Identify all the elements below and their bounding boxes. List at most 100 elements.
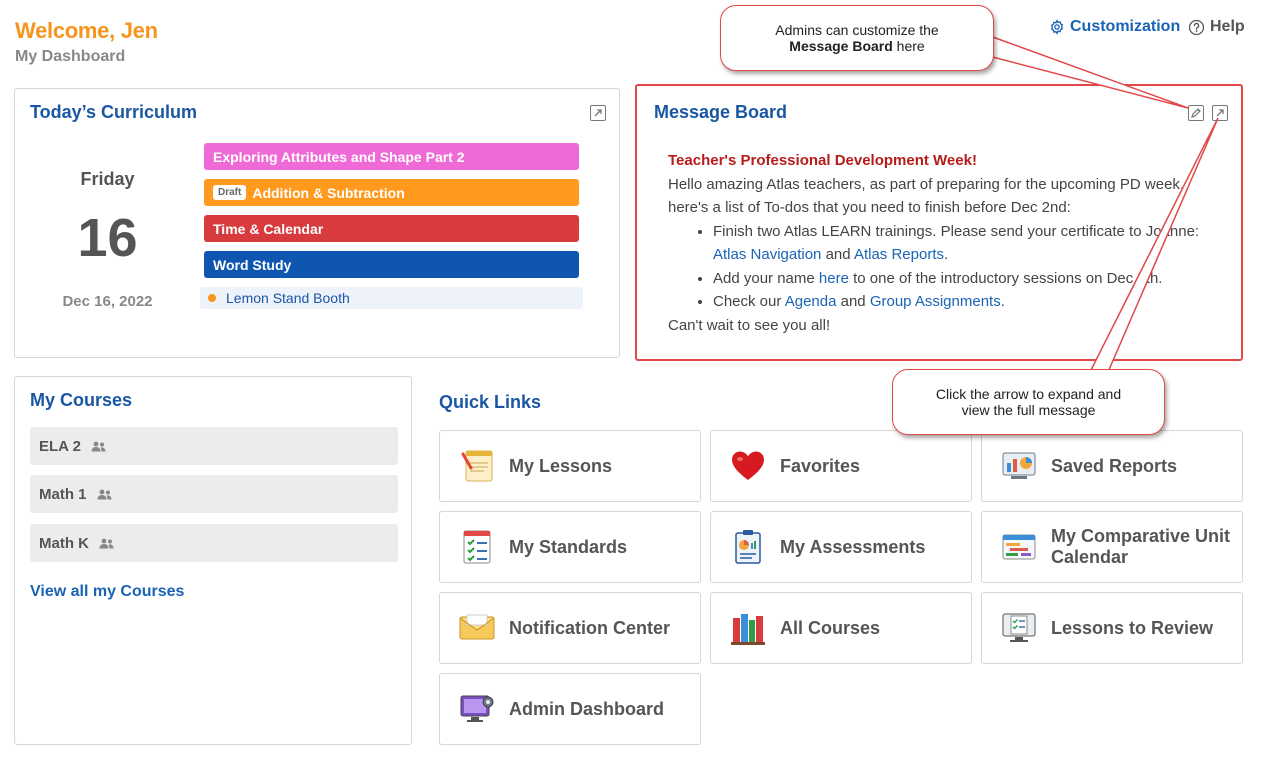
- message-board-expand-icon[interactable]: [1212, 105, 1228, 121]
- message-heading: Teacher's Professional Development Week!: [668, 152, 977, 169]
- callout-text-suffix: here: [896, 38, 925, 54]
- view-all-courses-link[interactable]: View all my Courses: [30, 583, 184, 601]
- quick-link-label: Lessons to Review: [1051, 617, 1214, 638]
- message-todo-list: Finish two Atlas LEARN trainings. Please…: [668, 220, 1228, 314]
- quick-link-favorites[interactable]: Favorites: [710, 430, 972, 502]
- gear-icon: [1050, 19, 1064, 35]
- quick-link-label: My Lessons: [509, 455, 613, 476]
- customization-link[interactable]: Customization: [1049, 18, 1180, 36]
- users-icon: [97, 489, 112, 499]
- course-item[interactable]: Math 1: [30, 475, 398, 513]
- todo-text: Finish two Atlas LEARN trainings. Please…: [713, 222, 1200, 240]
- monitor-checklist-icon: [1000, 610, 1037, 647]
- callout-expand-message: Click the arrow to expand and view the f…: [892, 369, 1165, 435]
- lesson-planning-icon: [458, 448, 495, 485]
- callout-text: Message Board here: [721, 38, 993, 54]
- help-circle-icon: [1188, 19, 1205, 35]
- calendar-bars-icon: [1000, 529, 1037, 566]
- todo-text: and: [825, 246, 851, 263]
- lesson-bar[interactable]: Draft Addition & Subtraction: [204, 179, 579, 206]
- admin-monitor-icon: [458, 691, 495, 728]
- todo-text: and: [840, 293, 866, 310]
- clipboard-chart-icon: [729, 529, 766, 566]
- todo-text: Check our: [713, 293, 782, 310]
- message-closing: Can't wait to see you all!: [668, 316, 831, 334]
- message-intro: Hello amazing Atlas teachers, as part of…: [668, 175, 1185, 217]
- curriculum-expand-icon[interactable]: [590, 105, 606, 121]
- event-item[interactable]: Lemon Stand Booth: [200, 287, 583, 309]
- edit-icon[interactable]: [1188, 105, 1204, 121]
- quick-link-my-standards[interactable]: My Standards: [439, 511, 701, 583]
- welcome-heading: Welcome, Jen: [15, 18, 158, 43]
- course-label: Math K: [39, 534, 89, 552]
- callout-text: view the full message: [961, 402, 1096, 418]
- message-body: Teacher's Professional Development Week!…: [668, 149, 1228, 337]
- users-icon: [91, 441, 106, 451]
- quick-link-label: All Courses: [780, 617, 881, 638]
- lesson-label: Word Study: [213, 256, 292, 273]
- list-item: Finish two Atlas LEARN trainings. Please…: [713, 220, 1228, 267]
- course-item[interactable]: ELA 2: [30, 427, 398, 465]
- quick-link-my-assessments[interactable]: My Assessments: [710, 511, 972, 583]
- full-date: Dec 16, 2022: [62, 293, 153, 310]
- callout-text: Admins can customize the: [775, 22, 939, 38]
- curriculum-title: Today’s Curriculum: [30, 102, 198, 122]
- atlas-reports-link[interactable]: Atlas Reports: [854, 246, 944, 263]
- quick-link-all-courses[interactable]: All Courses: [710, 592, 972, 664]
- message-board-title: Message Board: [654, 102, 788, 122]
- quick-link-my-comparative-unit-calendar[interactable]: My Comparative Unit Calendar: [981, 511, 1243, 583]
- quick-link-admin-dashboard[interactable]: Admin Dashboard: [439, 673, 701, 745]
- help-link[interactable]: Help: [1188, 18, 1245, 36]
- list-item: Add your name here to one of the introdu…: [713, 267, 1228, 291]
- todays-curriculum-card: Today’s Curriculum Friday 16 Dec 16, 202…: [14, 88, 620, 358]
- help-label: Help: [1210, 18, 1245, 35]
- callout-text: Click the arrow to expand and: [935, 386, 1122, 402]
- my-courses-title: My Courses: [30, 390, 133, 410]
- atlas-navigation-link[interactable]: Atlas Navigation: [713, 246, 821, 263]
- callout-customize-message-board: Admins can customize the Message Board h…: [720, 5, 994, 71]
- agenda-link[interactable]: Agenda: [785, 293, 837, 310]
- day-number: 16: [77, 208, 138, 268]
- callout-bold-text: Message Board: [789, 38, 893, 54]
- lesson-bar[interactable]: Time & Calendar: [204, 215, 579, 242]
- lesson-bar[interactable]: Exploring Attributes and Shape Part 2: [204, 143, 579, 170]
- quick-link-my-lessons[interactable]: My Lessons: [439, 430, 701, 502]
- quick-link-label: My Comparative Unit Calendar: [1051, 526, 1231, 567]
- lesson-bar[interactable]: Word Study: [204, 251, 579, 278]
- quick-link-label: Admin Dashboard: [509, 698, 665, 719]
- lesson-label: Exploring Attributes and Shape Part 2: [213, 148, 465, 165]
- todo-text: to one of the introductory sessions on D…: [853, 269, 1163, 287]
- quick-link-label: Notification Center: [509, 617, 671, 638]
- quick-link-label: My Assessments: [780, 536, 926, 557]
- envelope-icon: [458, 610, 495, 647]
- my-courses-card: My Courses ELA 2 Math 1 Math K View all …: [14, 376, 412, 745]
- course-label: Math 1: [39, 485, 87, 503]
- list-item: Check our Agenda and Group Assignments.: [713, 290, 1228, 314]
- group-assignments-link[interactable]: Group Assignments: [870, 293, 1001, 310]
- day-name: Friday: [80, 169, 135, 189]
- quick-link-saved-reports[interactable]: Saved Reports: [981, 430, 1243, 502]
- checklist-icon: [458, 529, 495, 566]
- customization-label: Customization: [1070, 18, 1181, 35]
- course-item[interactable]: Math K: [30, 524, 398, 562]
- report-chart-icon: [1000, 448, 1037, 485]
- quick-link-label: My Standards: [509, 536, 628, 557]
- todo-text: Add your name: [713, 269, 815, 287]
- quick-link-lessons-to-review[interactable]: Lessons to Review: [981, 592, 1243, 664]
- message-board-card: Message Board Teacher's Professional Dev…: [635, 84, 1243, 361]
- course-label: ELA 2: [39, 437, 81, 455]
- page-subtitle: My Dashboard: [15, 48, 126, 65]
- quick-link-notification-center[interactable]: Notification Center: [439, 592, 701, 664]
- here-link[interactable]: here: [819, 270, 849, 287]
- lesson-label: Time & Calendar: [213, 220, 324, 237]
- quick-link-label: Favorites: [780, 455, 861, 476]
- draft-badge: Draft: [213, 185, 247, 200]
- lesson-label: Addition & Subtraction: [252, 184, 405, 201]
- heart-icon: [729, 448, 766, 485]
- event-label: Lemon Stand Booth: [226, 290, 350, 306]
- quick-link-label: Saved Reports: [1051, 455, 1178, 476]
- event-dot-icon: [208, 294, 216, 302]
- quick-links-title: Quick Links: [439, 392, 542, 412]
- users-icon: [99, 538, 114, 548]
- books-icon: [729, 610, 766, 647]
